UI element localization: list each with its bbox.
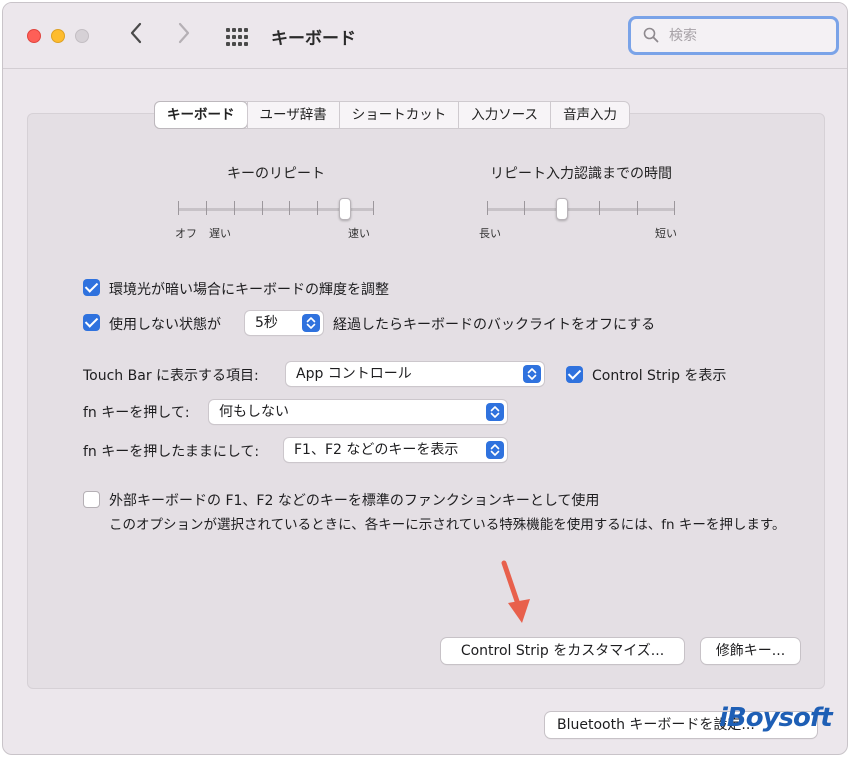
title-bar: キーボード [3,3,847,69]
repeat-delay-label-short: 短い [655,227,677,240]
search-field[interactable] [628,16,839,55]
zoom-window-button[interactable] [75,29,89,43]
close-window-button[interactable] [27,29,41,43]
fn-hold-label: fn キーを押したままにして: [83,444,260,460]
fn-press-label: fn キーを押して: [83,405,190,421]
touchbar-value: App コントロール [296,366,412,382]
backlight-timeout-popup[interactable]: 5秒 [245,311,323,335]
fn-press-popup[interactable]: 何もしない [209,400,507,424]
backlight-off-label-suffix: 経過したらキーボードのバックライトをオフにする [333,317,656,333]
slider-tick [289,201,290,215]
slider-tick [178,201,179,215]
slider-track [487,208,675,211]
slider-tick [487,201,488,215]
slider-tick [317,201,318,215]
touchbar-label: Touch Bar に表示する項目: [83,368,259,384]
repeat-delay-label-long: 長い [479,227,501,240]
iboysoft-watermark-logo: iBoysoft [719,703,833,733]
show-control-strip-label: Control Strip を表示 [592,368,727,384]
popup-stepper [302,314,320,332]
chevron-right-icon [178,22,190,44]
slider-knob[interactable] [556,198,568,220]
up-down-chevrons-icon [527,368,537,380]
up-down-chevrons-icon [306,317,316,329]
search-icon [643,27,659,43]
backlight-timeout-value: 5秒 [255,315,278,331]
forward-button[interactable] [177,21,191,51]
backlight-off-label-prefix: 使用しない状態が [109,317,221,333]
up-down-chevrons-icon [490,444,500,456]
key-repeat-title: キーのリピート [227,166,325,182]
fn-hold-value: F1、F2 などのキーを表示 [294,442,459,458]
chevron-left-icon [130,22,142,44]
search-input[interactable] [667,24,827,48]
adjust-brightness-label: 環境光が暗い場合にキーボードの輝度を調整 [109,282,389,298]
tab-shortcuts[interactable]: ショートカット [338,102,459,128]
slider-tick [674,201,675,215]
standard-function-keys-label: 外部キーボードの F1、F2 などのキーを標準のファンクションキーとして使用 [109,493,600,509]
window-title: キーボード [271,29,356,49]
standard-function-keys-note: このオプションが選択されているときに、各キーに示されている特殊機能を使用するには… [109,517,786,533]
key-repeat-label-fast: 速い [348,227,370,240]
tab-user-dictionary[interactable]: ユーザ辞書 [246,102,339,128]
back-button[interactable] [129,21,143,51]
show-all-grid-icon[interactable] [226,28,250,46]
slider-tick [234,201,235,215]
popup-stepper [486,441,504,459]
backlight-off-checkbox[interactable] [83,314,100,331]
fn-press-value: 何もしない [219,404,289,420]
repeat-delay-title: リピート入力認識までの時間 [490,166,672,182]
minimize-window-button[interactable] [51,29,65,43]
popup-stepper [486,403,504,421]
slider-tick [373,201,374,215]
popup-stepper [523,365,541,383]
touchbar-popup[interactable]: App コントロール [286,362,544,386]
modifier-keys-button[interactable]: 修飾キー... [701,638,800,664]
slider-tick [262,201,263,215]
key-repeat-label-off: オフ [175,227,197,240]
up-down-chevrons-icon [490,406,500,418]
tab-bar: キーボード ユーザ辞書 ショートカット 入力ソース 音声入力 [154,101,631,129]
key-repeat-label-slow: 遅い [209,227,231,240]
standard-function-keys-checkbox[interactable] [83,491,100,508]
slider-tick [637,201,638,215]
key-repeat-slider[interactable] [178,198,374,238]
slider-tick [524,201,525,215]
slider-knob[interactable] [339,198,351,220]
keyboard-preferences-window: キーボード キーボード ユーザ辞書 ショートカット 入力ソース 音声入力 キーの… [2,2,848,755]
tab-dictation[interactable]: 音声入力 [550,102,629,128]
fn-hold-popup[interactable]: F1、F2 などのキーを表示 [284,438,507,462]
repeat-delay-slider[interactable] [487,198,675,238]
slider-tick [206,201,207,215]
show-control-strip-checkbox[interactable] [566,366,583,383]
red-arrow-annotation [501,560,530,623]
tab-input-sources[interactable]: 入力ソース [458,102,550,128]
customize-control-strip-button[interactable]: Control Strip をカスタマイズ... [441,638,684,664]
tab-keyboard[interactable]: キーボード [155,102,247,128]
adjust-brightness-checkbox[interactable] [83,279,100,296]
slider-tick [599,201,600,215]
